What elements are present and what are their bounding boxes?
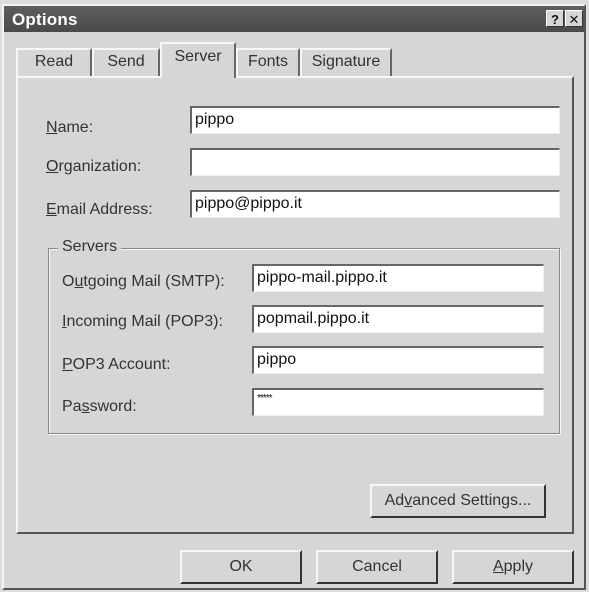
help-icon: ? [551, 12, 559, 27]
close-button[interactable]: ✕ [565, 10, 583, 27]
tab-send[interactable]: Send [92, 48, 160, 76]
advanced-settings-button[interactable]: Advanced Settings... [370, 484, 546, 518]
tab-signature[interactable]: Signature [300, 48, 392, 76]
outgoing-mail-field[interactable]: pippo-mail.pippo.it [252, 264, 544, 292]
help-button[interactable]: ? [546, 10, 564, 27]
close-icon: ✕ [568, 12, 580, 27]
incoming-mail-field[interactable]: popmail.pippo.it [252, 305, 544, 333]
organization-field[interactable] [190, 148, 560, 176]
ok-button[interactable]: OK [180, 550, 302, 584]
tab-fonts[interactable]: Fonts [236, 48, 300, 76]
servers-group-title: Servers [58, 238, 122, 256]
name-label: Name: [46, 119, 94, 136]
apply-button[interactable]: Apply [452, 550, 574, 584]
email-address-field[interactable]: pippo@pippo.it [190, 190, 560, 218]
title-bar[interactable]: Options ? ✕ [4, 6, 584, 32]
outgoing-mail-label: Outgoing Mail (SMTP): [62, 273, 225, 290]
email-address-label: Email Address: [46, 201, 153, 218]
tab-server[interactable]: Server [160, 42, 236, 78]
pop3-account-field[interactable]: pippo [252, 346, 544, 374]
name-field[interactable]: pippo [190, 106, 560, 134]
options-dialog: Options ? ✕ Read Send Server Fonts Signa… [2, 4, 586, 590]
password-field[interactable]: ***** [252, 388, 544, 416]
password-label: Password: [62, 398, 137, 415]
organization-label: Organization: [46, 158, 142, 175]
dialog-title: Options [12, 10, 78, 29]
cancel-button[interactable]: Cancel [316, 550, 438, 584]
tab-read[interactable]: Read [16, 48, 92, 76]
pop3-account-label: POP3 Account: [62, 356, 171, 373]
incoming-mail-label: Incoming Mail (POP3): [62, 313, 223, 330]
